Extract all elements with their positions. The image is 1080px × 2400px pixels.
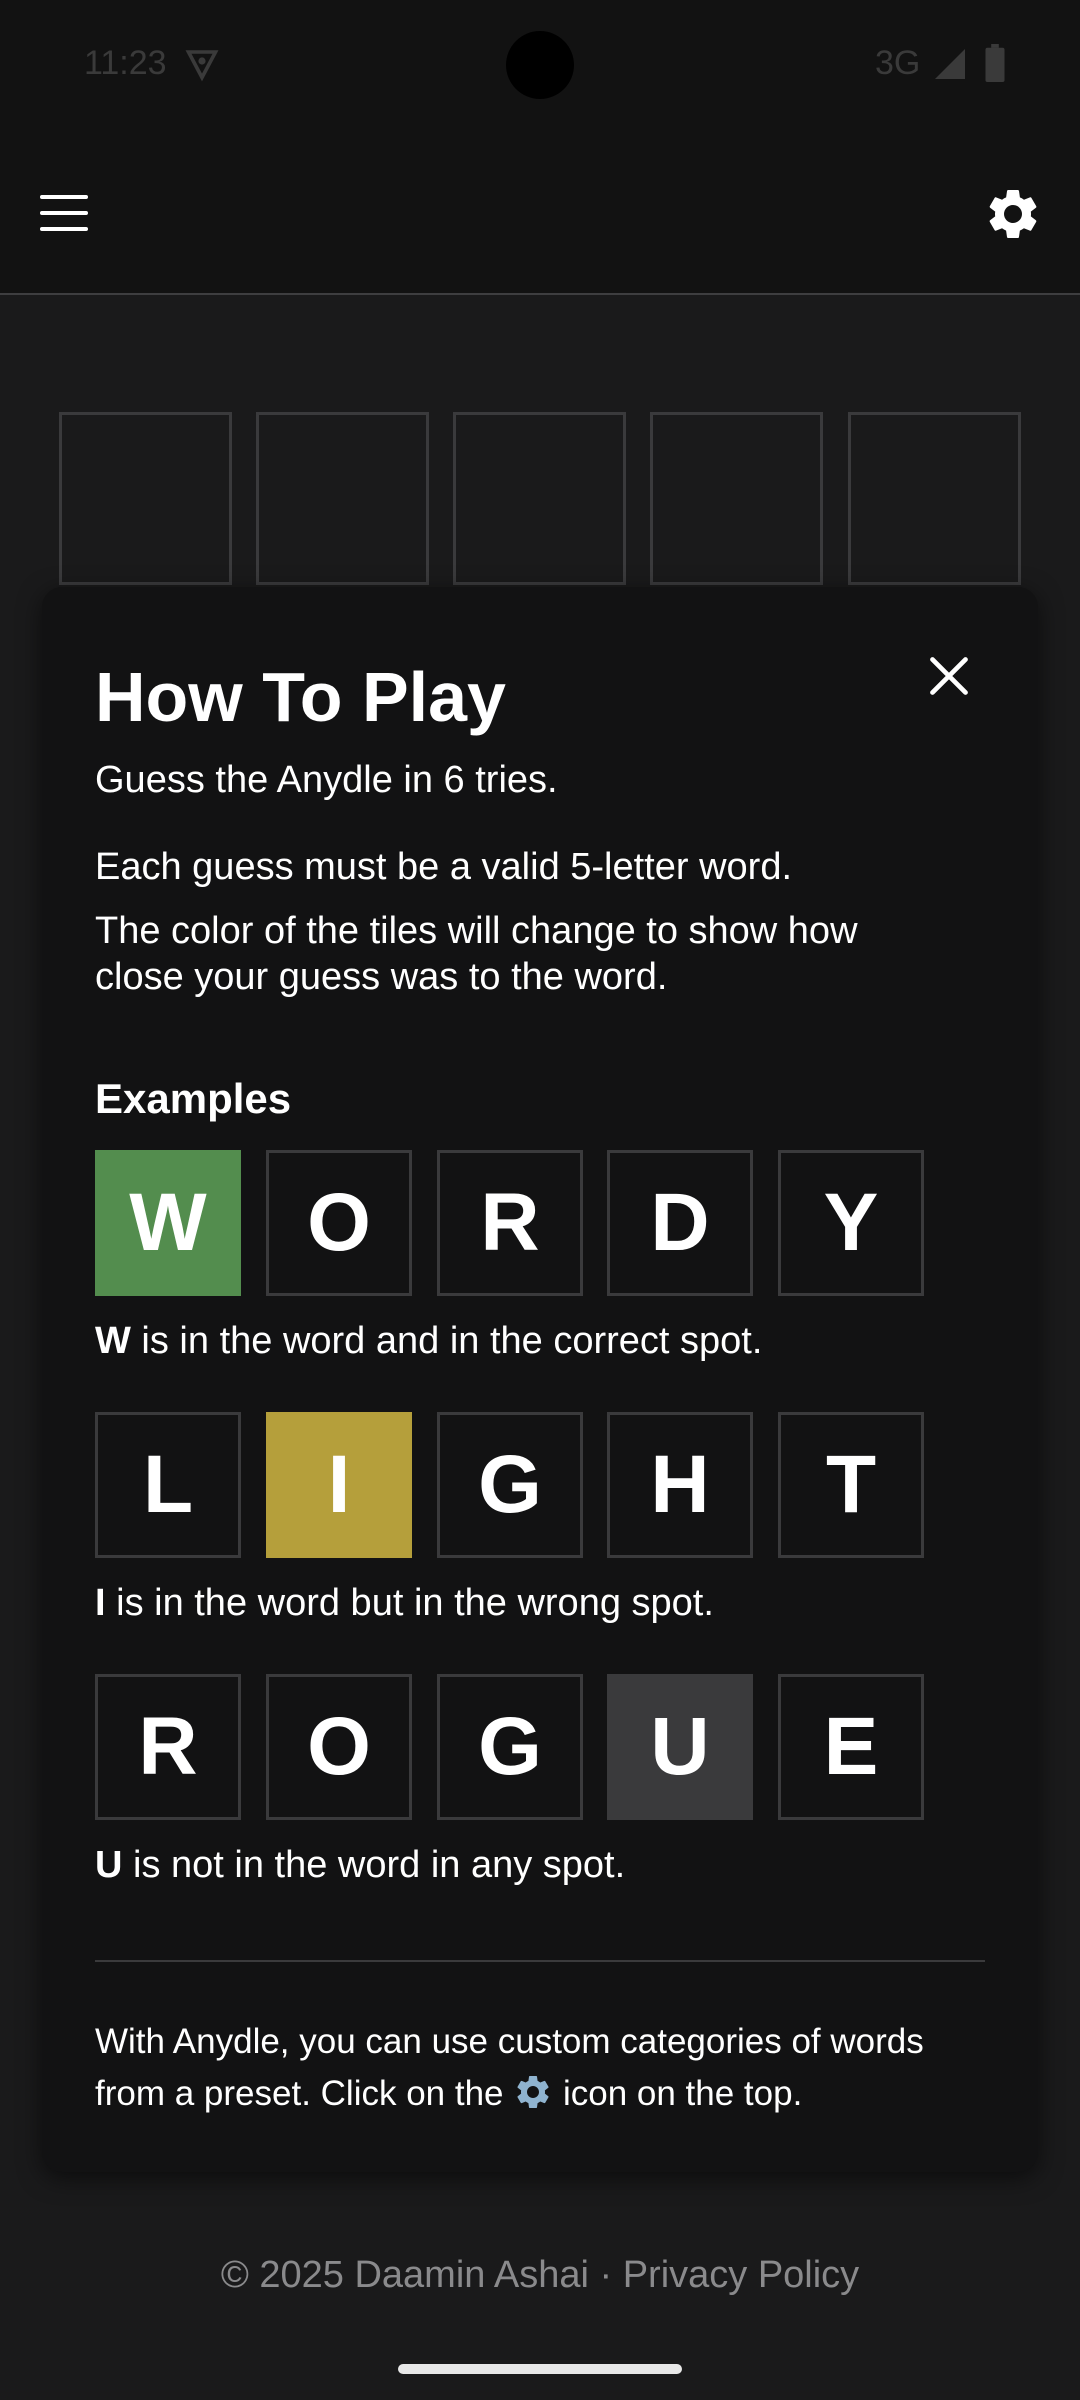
example-tile: L	[95, 1412, 241, 1558]
how-to-play-modal: How To Play Guess the Anydle in 6 tries.…	[42, 587, 1038, 2172]
vpn-key-icon	[185, 50, 219, 82]
example-tile: R	[437, 1150, 583, 1296]
home-indicator[interactable]	[398, 2364, 682, 2374]
network-type: 3G	[875, 44, 921, 82]
example-tile: O	[266, 1150, 412, 1296]
front-camera	[506, 31, 574, 99]
example-explanation: U is not in the word in any spot.	[95, 1844, 625, 1887]
board-row	[59, 412, 1021, 586]
example-tile: Y	[778, 1150, 924, 1296]
example-row-present: L I G H T	[95, 1412, 925, 1558]
example-explanation: I is in the word but in the wrong spot.	[95, 1582, 714, 1625]
example-tile: U	[607, 1674, 753, 1820]
rule-text: close your guess was to the word.	[95, 956, 668, 998]
copyright-footer[interactable]: © 2025 Daamin Ashai · Privacy Policy	[0, 2254, 1080, 2297]
custom-categories-note: With Anydle, you can use custom categori…	[95, 2016, 995, 2120]
example-tile: O	[266, 1674, 412, 1820]
example-row-correct: W O R D Y	[95, 1150, 925, 1296]
modal-subtitle: Guess the Anydle in 6 tries.	[95, 759, 558, 801]
example-row-absent: R O G U E	[95, 1674, 925, 1820]
example-letter: I	[95, 1582, 106, 1624]
signal-icon	[935, 49, 965, 79]
rule-text: The color of the tiles will change to sh…	[95, 910, 858, 952]
note-line: from a preset. Click on the	[95, 2074, 504, 2113]
example-letter: W	[95, 1320, 131, 1362]
example-text: is not in the word in any spot.	[122, 1844, 626, 1886]
board-tile	[59, 412, 232, 585]
board-tile	[650, 412, 823, 585]
gear-icon	[517, 2076, 549, 2108]
example-tile: I	[266, 1412, 412, 1558]
example-tile: G	[437, 1674, 583, 1820]
example-tile: H	[607, 1412, 753, 1558]
modal-title: How To Play	[95, 658, 506, 736]
status-time: 11:23	[84, 44, 167, 82]
board-tile	[453, 412, 626, 585]
hamburger-menu-icon[interactable]	[40, 195, 90, 231]
app-bar	[0, 130, 1080, 295]
note-line: icon on the top.	[553, 2074, 803, 2113]
example-text: is in the word but in the wrong spot.	[105, 1582, 714, 1624]
example-tile: E	[778, 1674, 924, 1820]
example-tile: G	[437, 1412, 583, 1558]
gear-icon[interactable]	[983, 184, 1043, 244]
close-icon[interactable]	[927, 654, 971, 698]
example-explanation: W is in the word and in the correct spot…	[95, 1320, 762, 1363]
example-text: is in the word and in the correct spot.	[130, 1320, 763, 1362]
example-tile: R	[95, 1674, 241, 1820]
board-tile	[256, 412, 429, 585]
rule-text: Each guess must be a valid 5-letter word…	[95, 846, 793, 888]
example-tile: T	[778, 1412, 924, 1558]
battery-icon	[985, 44, 1005, 82]
example-tile: D	[607, 1150, 753, 1296]
note-line: With Anydle, you can use custom categori…	[95, 2022, 924, 2061]
status-bar: 11:23 3G	[0, 0, 1080, 130]
divider	[95, 1960, 985, 1962]
examples-title: Examples	[95, 1075, 292, 1122]
board-tile	[848, 412, 1021, 585]
example-letter: U	[95, 1844, 123, 1886]
example-tile: W	[95, 1150, 241, 1296]
